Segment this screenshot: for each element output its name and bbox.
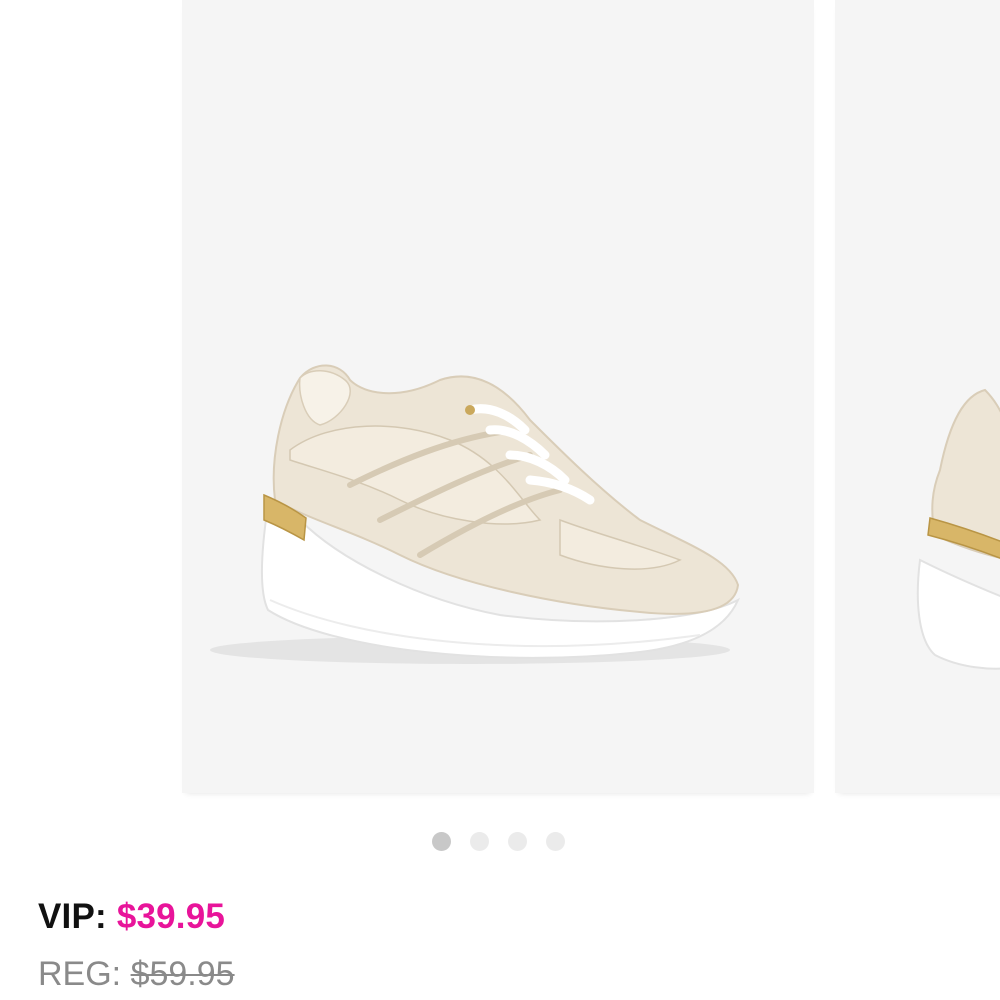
- product-image-slide-next[interactable]: [835, 0, 1000, 793]
- carousel-pagination: [432, 832, 565, 851]
- vip-price-row: VIP: $39.95: [38, 897, 225, 937]
- product-image-slide[interactable]: [182, 0, 814, 793]
- product-page: VIP: $39.95 REG: $59.95: [0, 0, 1000, 1000]
- vip-price-label: VIP:: [38, 897, 107, 936]
- product-image-sneaker: [210, 364, 741, 664]
- vip-price-value: $39.95: [116, 897, 226, 936]
- product-image-carousel[interactable]: [0, 0, 1000, 800]
- carousel-dot-1[interactable]: [432, 832, 451, 851]
- carousel-dot-4[interactable]: [546, 832, 565, 851]
- regular-price-value: $59.95: [130, 955, 235, 993]
- carousel-dot-2[interactable]: [470, 832, 489, 851]
- regular-price-row: REG: $59.95: [38, 955, 235, 994]
- carousel-dot-3[interactable]: [508, 832, 527, 851]
- regular-price-label: REG:: [38, 955, 122, 993]
- product-image-sneaker-alt: [916, 388, 1000, 670]
